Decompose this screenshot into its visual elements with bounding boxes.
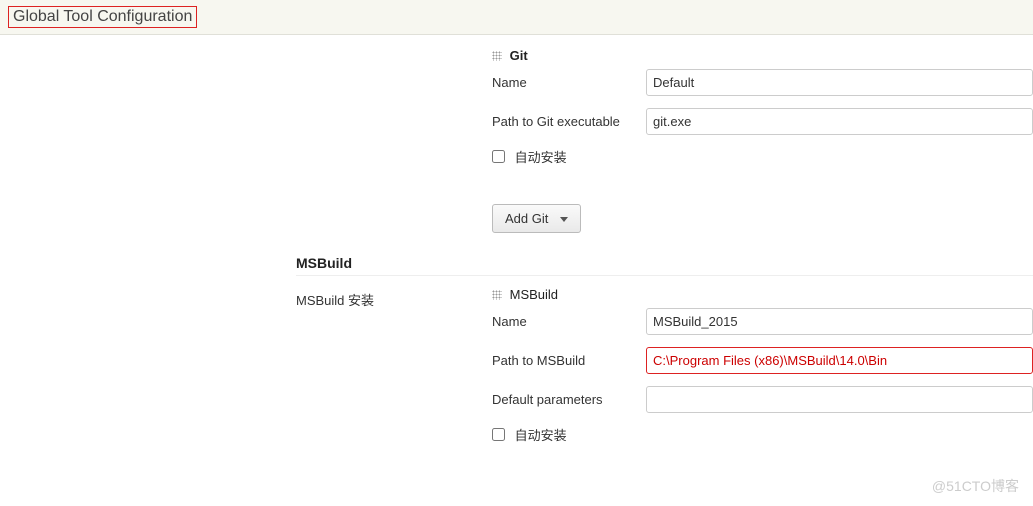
git-path-label: Path to Git executable <box>492 114 646 129</box>
page-title: Global Tool Configuration <box>8 6 197 28</box>
git-instance-header: Git <box>492 43 1033 65</box>
git-name-label: Name <box>492 75 646 90</box>
msbuild-section-header: MSBuild <box>296 249 1033 276</box>
caret-down-icon <box>560 217 568 222</box>
git-name-input[interactable] <box>646 69 1033 96</box>
content: Git Name Path to Git executable 自动安装 <box>0 35 1033 444</box>
git-instance: Git Name Path to Git executable 自动安装 <box>492 43 1033 166</box>
msbuild-instance-header: MSBuild <box>492 282 1033 304</box>
msbuild-default-params-row: Default parameters <box>492 386 1033 413</box>
msbuild-default-params-input[interactable] <box>646 386 1033 413</box>
msbuild-path-row: Path to MSBuild <box>492 347 1033 374</box>
add-git-button[interactable]: Add Git <box>492 204 581 233</box>
git-auto-install-row: 自动安装 <box>492 147 1033 166</box>
watermark: @51CTO博客 <box>932 476 1019 496</box>
git-left-col <box>296 43 492 51</box>
msbuild-install-label: MSBuild 安装 <box>296 282 492 309</box>
git-path-row: Path to Git executable <box>492 108 1033 135</box>
msbuild-name-row: Name <box>492 308 1033 335</box>
msbuild-path-input[interactable] <box>646 347 1033 374</box>
msbuild-instance-row: MSBuild 安装 MSBuild Name Path to MSBuild … <box>296 282 1033 444</box>
git-path-input[interactable] <box>646 108 1033 135</box>
msbuild-name-label: Name <box>492 314 646 329</box>
msbuild-instance: MSBuild Name Path to MSBuild Default par… <box>492 282 1033 444</box>
msbuild-auto-install-checkbox[interactable] <box>492 428 505 441</box>
msbuild-name-input[interactable] <box>646 308 1033 335</box>
git-instance-title: Git <box>510 48 528 63</box>
msbuild-default-params-label: Default parameters <box>492 392 646 407</box>
add-git-button-label: Add Git <box>505 211 548 226</box>
add-git-row: Add Git <box>492 204 1033 233</box>
msbuild-path-label: Path to MSBuild <box>492 353 646 368</box>
msbuild-instance-title: MSBuild <box>510 287 558 302</box>
drag-grip-icon[interactable] <box>492 51 502 61</box>
msbuild-auto-install-row: 自动安装 <box>492 425 1033 444</box>
git-name-row: Name <box>492 69 1033 96</box>
msbuild-auto-install-label: 自动安装 <box>515 428 567 443</box>
page-title-bar: Global Tool Configuration <box>0 0 1033 35</box>
git-auto-install-label: 自动安装 <box>515 150 567 165</box>
git-auto-install-checkbox[interactable] <box>492 150 505 163</box>
git-instance-row: Git Name Path to Git executable 自动安装 <box>296 43 1033 166</box>
drag-grip-icon[interactable] <box>492 290 502 300</box>
